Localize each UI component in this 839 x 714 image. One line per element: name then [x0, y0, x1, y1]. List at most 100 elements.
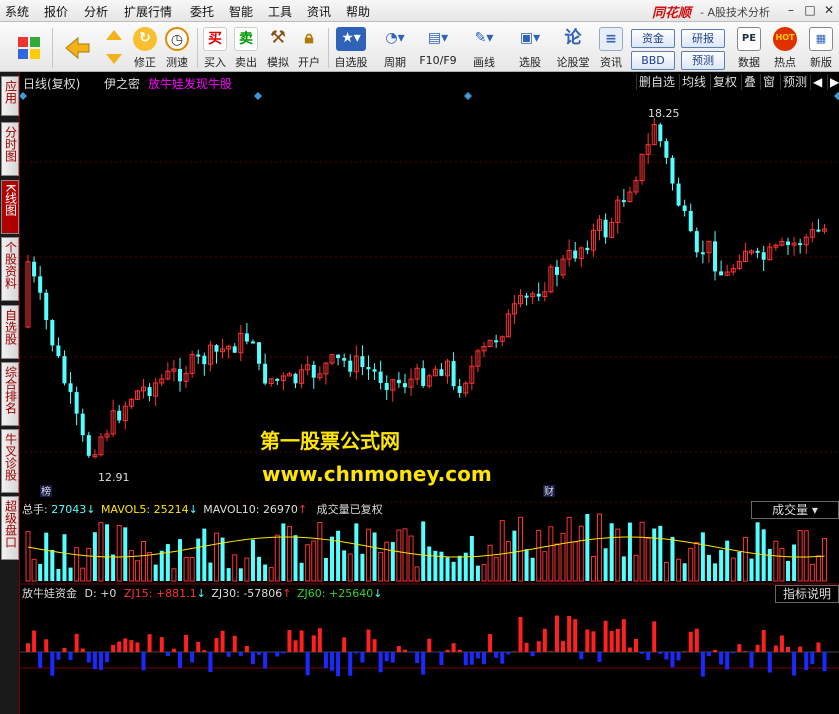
diamond-marker [254, 92, 262, 100]
menu-news[interactable]: 资讯 [307, 3, 331, 20]
capital-bar [342, 637, 347, 652]
tab-intraday[interactable]: 分时图 [1, 122, 19, 176]
capital-bar [317, 628, 322, 652]
tab-kline[interactable]: K线图 [1, 180, 19, 234]
menu-extended-quote[interactable]: 扩展行情 [124, 3, 172, 20]
menu-smart[interactable]: 智能 [229, 3, 253, 20]
maximize-icon[interactable]: □ [801, 1, 819, 19]
f10-button[interactable]: ▤▾ F10/F9 [418, 24, 458, 67]
volume-bar [499, 520, 505, 582]
tab-company-info[interactable]: 个股资料 [1, 237, 19, 301]
volume-bar [481, 563, 487, 582]
tab-super-board[interactable]: 超级盘口 [1, 496, 19, 560]
capital-bar [816, 642, 821, 652]
volume-bar [238, 568, 243, 581]
watchlist-button[interactable]: ★▾ 自选股 [331, 24, 371, 70]
period-button[interactable]: ◔▾ 周期 [377, 24, 413, 70]
page-up-down-button[interactable] [101, 24, 127, 72]
capital-bar [694, 628, 699, 652]
candle-body [421, 368, 426, 386]
correct-button[interactable]: ↻ 修正 [130, 24, 160, 70]
candle-body [700, 252, 705, 255]
data-button[interactable]: PE 数据 [734, 24, 764, 70]
open-account-button[interactable]: 🔒︎ 开户 [294, 24, 324, 70]
kline-chart[interactable]: 18.25 12.91 榜 财 [20, 92, 839, 714]
scroll-left-icon[interactable]: ◀ [810, 74, 824, 90]
capital-bar [536, 641, 541, 652]
moving-average-button[interactable]: 均线 [679, 74, 708, 90]
buy-button[interactable]: 买 买入 [200, 24, 230, 70]
indicator-help-button[interactable]: 指标说明 [775, 585, 839, 603]
tab-diagnosis[interactable]: 牛叉诊股 [1, 429, 19, 493]
capital-bar [494, 652, 499, 658]
news-button[interactable]: ≡ 资讯 [596, 24, 626, 70]
close-icon[interactable]: ✕ [820, 1, 838, 19]
volume-bar [786, 560, 790, 581]
minimize-icon[interactable]: – [782, 1, 800, 19]
forecast-pill[interactable]: 预测 [681, 51, 725, 70]
volume-bar [330, 536, 334, 581]
draw-line-button[interactable]: ✎▾ 画线 [466, 24, 502, 70]
candle-body [384, 382, 389, 391]
candle-body [147, 387, 152, 397]
volume-bar [305, 544, 311, 582]
capital-bar [202, 650, 207, 652]
volume-bar [566, 516, 572, 582]
mavol5-label: MAVOL5: [100, 503, 151, 516]
layout-button[interactable] [14, 24, 44, 64]
research-pill[interactable]: 研报 [681, 29, 725, 48]
adjust-button[interactable]: 复权 [710, 74, 739, 90]
volume-bar [196, 538, 201, 581]
bbd-pill[interactable]: BBD [631, 51, 675, 70]
volume-bar [202, 528, 207, 581]
capital-bar [208, 652, 213, 673]
candle-body [761, 252, 766, 260]
capital-bar [482, 652, 486, 665]
volume-indicator-select[interactable]: 成交量 ▾ [751, 501, 839, 519]
candle-body [366, 367, 371, 370]
candle-body [50, 320, 55, 346]
capital-bar [287, 629, 292, 652]
capital-bar [530, 652, 535, 657]
menu-analysis[interactable]: 分析 [84, 3, 108, 20]
capital-bar [518, 616, 523, 652]
capital-bar [354, 652, 359, 654]
capital-bar [305, 652, 310, 676]
back-button[interactable] [60, 24, 94, 66]
remove-watchlist-button[interactable]: 删自选 [636, 74, 677, 90]
buy-icon: 买 [203, 27, 227, 51]
candle-body [786, 241, 790, 246]
capital-pill[interactable]: 资金 [631, 29, 675, 48]
overlay-button[interactable]: 叠 [741, 74, 758, 90]
menu-help[interactable]: 帮助 [346, 3, 370, 20]
tab-watchlist[interactable]: 自选股 [1, 305, 19, 359]
volume-bar [755, 522, 760, 581]
tab-ranking[interactable]: 综合排名 [1, 362, 19, 426]
candle-body [658, 124, 663, 142]
speed-test-button[interactable]: ◷ 测速 [162, 24, 192, 70]
forecast-button[interactable]: 预测 [780, 74, 809, 90]
window-button[interactable]: 窗 [760, 74, 777, 90]
capital-header: 放牛娃资金 D: +0 ZJ15: +881.1↓ ZJ30: -57806↑ … [20, 585, 839, 603]
volume-indicator-label: 成交量 [772, 503, 809, 517]
menu-tools[interactable]: 工具 [268, 3, 292, 20]
volume-bar [597, 513, 603, 582]
scroll-right-icon[interactable]: ▶ [827, 74, 839, 90]
menu-system[interactable]: 系统 [5, 3, 29, 20]
menu-trade[interactable]: 委托 [190, 3, 214, 20]
simulate-button[interactable]: ⚒ 模拟 [263, 24, 293, 70]
sell-button[interactable]: 卖 卖出 [231, 24, 261, 70]
capital-bar [488, 634, 493, 652]
stock-picker-button[interactable]: ▣▾ 选股 [510, 24, 550, 70]
volume-bar [633, 554, 639, 582]
volume-bar [116, 525, 122, 582]
hot-button[interactable]: HOT 热点 [770, 24, 800, 70]
new-version-button[interactable]: ▦ 新版 [806, 24, 836, 70]
tab-apps[interactable]: 应用 [1, 76, 19, 116]
volume-bar [421, 521, 426, 581]
forum-button[interactable]: 论 论股堂 [555, 24, 591, 70]
volume-bar [408, 535, 414, 582]
menu-quote[interactable]: 报价 [44, 3, 68, 20]
capital-title: 放牛娃资金 [22, 587, 77, 600]
lock-icon: 🔒︎ [304, 28, 314, 48]
